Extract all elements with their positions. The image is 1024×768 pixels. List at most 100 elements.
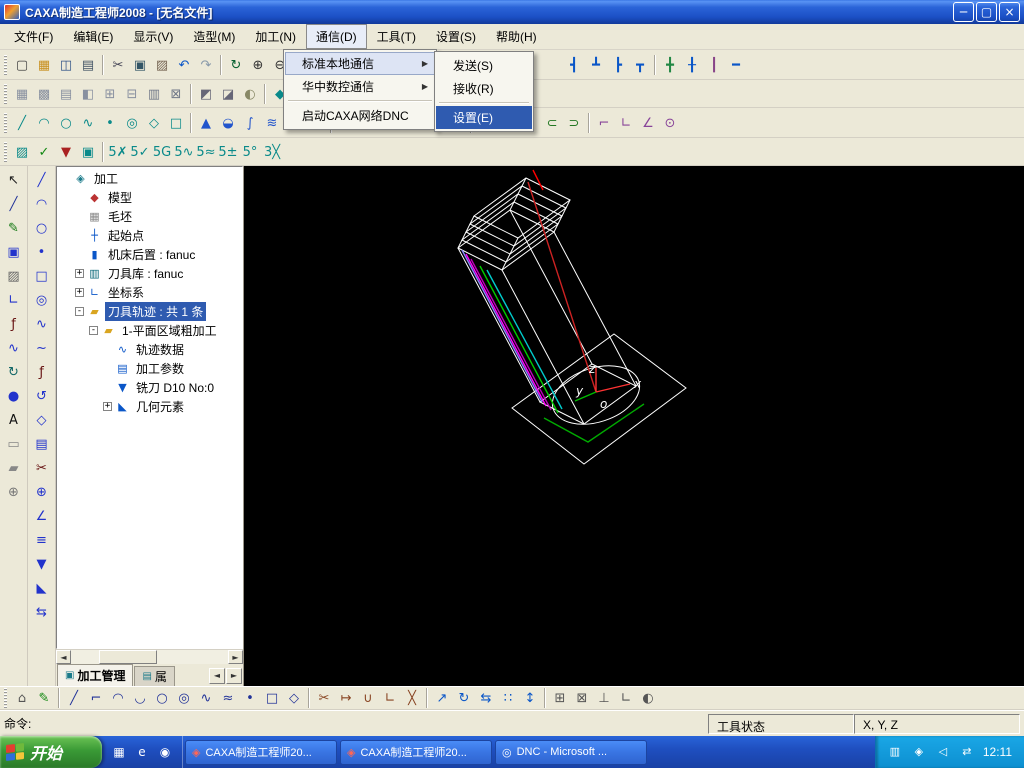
pocket-machining-icon[interactable]: ▣ [77,141,99,163]
menu-item[interactable] [288,100,432,102]
five-axis-finish-icon[interactable]: 5✓ [129,141,151,163]
redo-icon[interactable]: ↷ [195,54,217,76]
triangle-icon[interactable]: ▼ [31,554,53,576]
toolbar-icon[interactable] [588,112,590,133]
menu-send[interactable]: 发送(S) [436,54,532,77]
draw-curve-icon[interactable]: ≈ [217,687,239,709]
extend-icon[interactable]: ↦ [335,687,357,709]
fillet-icon[interactable]: ╋ [659,54,681,76]
draw-arc-icon[interactable]: ◠ [107,687,129,709]
menu-communication[interactable]: 通信(D) [306,24,367,49]
point2-icon[interactable]: • [31,242,53,264]
point-tool-icon[interactable]: • [99,112,121,134]
taskbar-caxa-window-1[interactable]: ◈ CAXA制造工程师20... [185,739,337,765]
scroll-left-button[interactable]: ◄ [56,650,71,664]
snap-point-icon[interactable]: ⊠ [571,687,593,709]
toolbar-drag-handle[interactable] [4,141,7,162]
contour-machining-icon[interactable]: ✓ [33,141,55,163]
open-file-icon[interactable]: ▦ [33,54,55,76]
start-button[interactable]: 开始 [0,736,102,768]
solid-chamfer-icon[interactable]: ∟ [615,112,637,134]
three-axis-icon[interactable]: 3╳ [261,141,283,163]
shaded-display-icon[interactable]: ▩ [33,83,55,105]
draft-icon[interactable]: ∠ [637,112,659,134]
undo-icon[interactable]: ↶ [173,54,195,76]
arc-tool-icon[interactable]: ◠ [33,112,55,134]
draw-circle-icon[interactable]: ○ [151,687,173,709]
tab-scroll-right-button[interactable]: ► [226,668,242,684]
toolbar-icon[interactable] [264,83,266,104]
ellipse-tool-icon[interactable]: ◎ [121,112,143,134]
horizontal-line-icon[interactable]: ━ [725,54,747,76]
light-icon[interactable]: ◐ [239,83,261,105]
angle-icon[interactable]: ∠ [31,506,53,528]
loft-surface-icon[interactable]: ≋ [261,112,283,134]
copy-icon[interactable]: ▣ [129,54,151,76]
sweep-surface-icon[interactable]: ∫ [239,112,261,134]
tree-expander[interactable]: - [89,326,98,335]
snap-grid-icon[interactable]: ⊞ [549,687,571,709]
draw-line-icon[interactable]: ╱ [63,687,85,709]
polyline2-icon[interactable]: ∿ [31,314,53,336]
hidden-line-icon[interactable]: ▤ [55,83,77,105]
tree-tool-library[interactable]: + ▥ 刀具库 : fanuc [57,264,242,283]
print-icon[interactable]: ▤ [77,54,99,76]
shell-icon[interactable]: ⊂ [541,112,563,134]
toolbar-icon[interactable] [308,688,310,708]
circle2-icon[interactable]: ○ [31,218,53,240]
menu-help[interactable]: 帮助(H) [486,24,547,49]
scroll-thumb[interactable] [99,650,157,664]
sphere-icon[interactable]: ● [3,386,25,408]
brush-icon[interactable]: ▰ [3,458,25,480]
menu-start-caxa-network-dnc[interactable]: 启动CAXA网络DNC [285,104,435,127]
menu-view[interactable]: 显示(V) [123,24,183,49]
draw-arc2-icon[interactable]: ◡ [129,687,151,709]
taskbar-caxa-window-2[interactable]: ◈ CAXA制造工程师20... [340,739,492,765]
dimension-icon[interactable]: ∟ [3,290,25,312]
toolbar-drag-handle[interactable] [4,54,7,75]
scale2d-icon[interactable]: ↕ [519,687,541,709]
media-player-icon[interactable]: ◉ [156,743,174,761]
polygon-tool-icon[interactable]: ◇ [143,112,165,134]
diamond-icon[interactable]: ◇ [31,410,53,432]
toolbar-drag-handle[interactable] [4,688,7,708]
menu-tools[interactable]: 工具(T) [367,24,426,49]
tree-blank[interactable]: ▦ 毛坯 [57,207,242,226]
layer-manager-icon[interactable]: ▥ [143,83,165,105]
tab-machining-manager[interactable]: ▣ 加工管理 [57,664,134,686]
spline-icon[interactable]: ∿ [3,338,25,360]
five-axis-surface-icon[interactable]: 5≈ [195,141,217,163]
mirror2d-icon[interactable]: ⇆ [475,687,497,709]
rotate-icon[interactable]: ↻ [453,687,475,709]
antivirus-icon[interactable]: ◈ [910,743,928,761]
toolbar-icon[interactable] [220,54,222,75]
tree-machining-root[interactable]: ◈ 加工 [57,169,242,188]
circle-tool-icon[interactable]: ○ [55,112,77,134]
new-file-icon[interactable]: ▢ [11,54,33,76]
save-file-icon[interactable]: ◫ [55,54,77,76]
toolbar-icon[interactable] [102,141,104,162]
menu-file[interactable]: 文件(F) [4,24,63,49]
tree-geometry-elements[interactable]: + ◣ 几何元素 [57,397,242,416]
axis-toggle-icon[interactable]: ⊟ [121,83,143,105]
fx-icon[interactable]: ƒ [31,362,53,384]
home-view-icon[interactable]: ⌂ [11,687,33,709]
tree-expander[interactable]: - [75,307,84,316]
vertical-line-icon[interactable]: ┃ [703,54,725,76]
trim-edge-icon[interactable]: ┻ [585,54,607,76]
tree-coordinate-system[interactable]: + ∟ 坐标系 [57,283,242,302]
five-axis-gcode-icon[interactable]: 5G [151,141,173,163]
ime-icon[interactable]: ▥ [886,743,904,761]
menu-comm-settings[interactable]: 设置(E) [436,106,532,129]
arc2-icon[interactable]: ◠ [31,194,53,216]
tree-machine-post[interactable]: ▮ 机床后置 : fanuc [57,245,242,264]
minimize-button[interactable]: ─ [953,2,974,22]
menu-item[interactable] [439,102,529,104]
chamfer2d-icon[interactable]: ∟ [379,687,401,709]
rect2-icon[interactable]: □ [31,266,53,288]
snap-settings-icon[interactable]: ⊠ [165,83,187,105]
refresh-view-icon[interactable]: ↻ [225,54,247,76]
draw-polygon-icon[interactable]: ◇ [283,687,305,709]
toolbar-icon[interactable] [654,54,656,75]
extend-curve-icon[interactable]: ┣ [607,54,629,76]
